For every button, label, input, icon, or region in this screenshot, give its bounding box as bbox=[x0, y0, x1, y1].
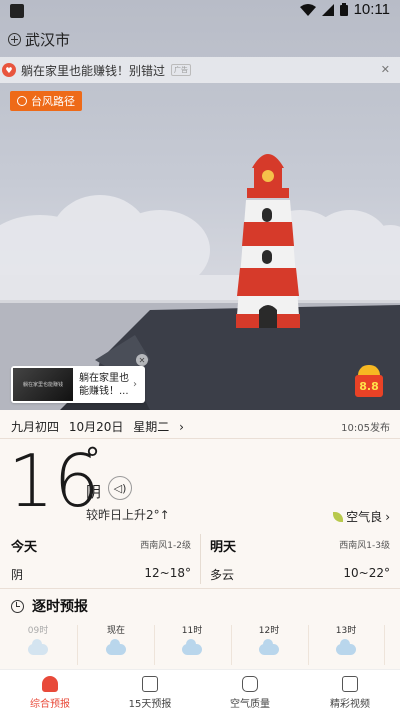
nav-item-air-quality[interactable]: 空气质量 bbox=[200, 670, 300, 711]
hour-item[interactable]: 11时 bbox=[162, 621, 222, 655]
ad-banner[interactable]: ♥ 躺在家里也能赚钱！别错过 广告 ✕ bbox=[0, 57, 400, 83]
cloud-icon bbox=[28, 639, 48, 655]
chevron-right-icon: › bbox=[179, 420, 184, 434]
typhoon-icon bbox=[17, 96, 27, 106]
ad-text: 躺在家里也能赚钱！别错过 bbox=[21, 63, 166, 78]
hourly-forecast-list[interactable]: 09时 现在 11时 12时 13时 bbox=[0, 621, 400, 667]
gift-box-button[interactable]: 8.8 bbox=[355, 365, 383, 399]
status-time: 10:11 bbox=[353, 1, 390, 18]
alarm-clock-icon bbox=[11, 599, 24, 613]
publish-time: 10:05发布 bbox=[341, 423, 390, 434]
tomorrow-wind: 西南风1-3级 bbox=[339, 541, 390, 551]
ad-card-thumbnail: 躺在家里也能赚钱 bbox=[13, 368, 73, 401]
degree-symbol: ° bbox=[85, 442, 100, 477]
hour-label: 09时 bbox=[27, 626, 49, 636]
today-range: 12~18° bbox=[144, 566, 191, 580]
typhoon-route-button[interactable]: 台风路径 bbox=[10, 91, 82, 111]
divider bbox=[0, 588, 400, 589]
hour-label: 现在 bbox=[106, 626, 125, 636]
solar-date: 10月20日 bbox=[68, 420, 124, 434]
typhoon-label: 台风路径 bbox=[31, 95, 75, 108]
battery-icon bbox=[339, 3, 348, 16]
weekday: 星期二 bbox=[133, 420, 170, 434]
tomorrow-condition: 多云 bbox=[210, 568, 235, 582]
city-selector[interactable]: 武汉市 bbox=[8, 29, 70, 50]
nav-item-15day[interactable]: 15天预报 bbox=[100, 670, 200, 711]
nav-item-forecast[interactable]: 综合预报 bbox=[0, 670, 100, 711]
ad-card-close-icon[interactable]: ✕ bbox=[136, 354, 148, 366]
add-city-icon[interactable] bbox=[8, 33, 21, 46]
cloud-icon bbox=[182, 639, 202, 655]
tomorrow-range: 10~22° bbox=[343, 566, 390, 580]
status-bar: 10:11 bbox=[0, 0, 400, 24]
hour-label: 13时 bbox=[335, 626, 357, 636]
lunar-date: 九月初四 bbox=[11, 420, 60, 434]
air-quality-label: 空气良 bbox=[346, 510, 383, 524]
notification-icon bbox=[10, 4, 24, 18]
city-name: 武汉市 bbox=[25, 31, 71, 49]
wifi-icon bbox=[299, 3, 316, 16]
ad-logo-icon: ♥ bbox=[2, 63, 16, 77]
hour-label: 11时 bbox=[181, 626, 203, 636]
ad-card[interactable]: 躺在家里也能赚钱 躺在家里也能赚钱！... › bbox=[11, 366, 145, 403]
cloud-icon bbox=[336, 639, 356, 655]
today-condition: 阴 bbox=[11, 568, 24, 582]
temperature-compare: 较昨日上升2°↑ bbox=[86, 508, 170, 522]
video-play-icon bbox=[342, 676, 358, 692]
divider bbox=[154, 625, 155, 665]
cloud-icon bbox=[259, 639, 279, 655]
chevron-right-icon: › bbox=[385, 509, 390, 524]
today-wind: 西南风1-2级 bbox=[140, 541, 191, 551]
date-row[interactable]: 九月初四 10月20日 星期二 › bbox=[11, 418, 190, 435]
calendar-icon bbox=[142, 676, 158, 692]
gift-value: 8.8 bbox=[355, 375, 383, 397]
signal-icon bbox=[321, 3, 334, 16]
hour-label: 12时 bbox=[258, 626, 280, 636]
divider bbox=[308, 625, 309, 665]
hour-item[interactable]: 12时 bbox=[239, 621, 299, 655]
divider bbox=[200, 534, 201, 584]
leaf-icon bbox=[333, 511, 344, 522]
current-condition: 阴 bbox=[86, 483, 102, 501]
cloud-home-icon bbox=[42, 676, 58, 692]
air-quality-link[interactable]: 空气良 › bbox=[333, 508, 390, 525]
hourly-forecast-title: 逐时预报 bbox=[11, 596, 88, 616]
today-forecast[interactable]: 今天 西南风1-2级 阴 12~18° bbox=[11, 536, 191, 582]
hour-item[interactable]: 09时 bbox=[8, 621, 68, 655]
ad-tag: 广告 bbox=[171, 64, 192, 76]
nav-label: 15天预报 bbox=[128, 699, 172, 710]
divider bbox=[231, 625, 232, 665]
tomorrow-forecast[interactable]: 明天 西南风1-3级 多云 10~22° bbox=[210, 536, 390, 582]
divider bbox=[77, 625, 78, 665]
nav-label: 综合预报 bbox=[30, 699, 70, 710]
air-quality-icon bbox=[242, 676, 258, 692]
speaker-icon[interactable]: ◁) bbox=[108, 476, 132, 500]
ad-card-text: 躺在家里也能赚钱！... bbox=[79, 372, 129, 397]
ad-close-icon[interactable]: ✕ bbox=[381, 63, 390, 76]
nav-item-video[interactable]: 精彩视频 bbox=[300, 670, 400, 711]
hourly-title-text: 逐时预报 bbox=[32, 599, 88, 615]
nav-label: 空气质量 bbox=[230, 699, 270, 710]
chevron-right-icon: › bbox=[133, 379, 137, 390]
hour-item[interactable]: 现在 bbox=[86, 621, 146, 655]
cloud-icon bbox=[106, 639, 126, 655]
nav-label: 精彩视频 bbox=[330, 699, 370, 710]
bottom-nav: 综合预报 15天预报 空气质量 精彩视频 bbox=[0, 669, 400, 711]
hour-item[interactable]: 13时 bbox=[316, 621, 376, 655]
divider bbox=[384, 625, 385, 665]
